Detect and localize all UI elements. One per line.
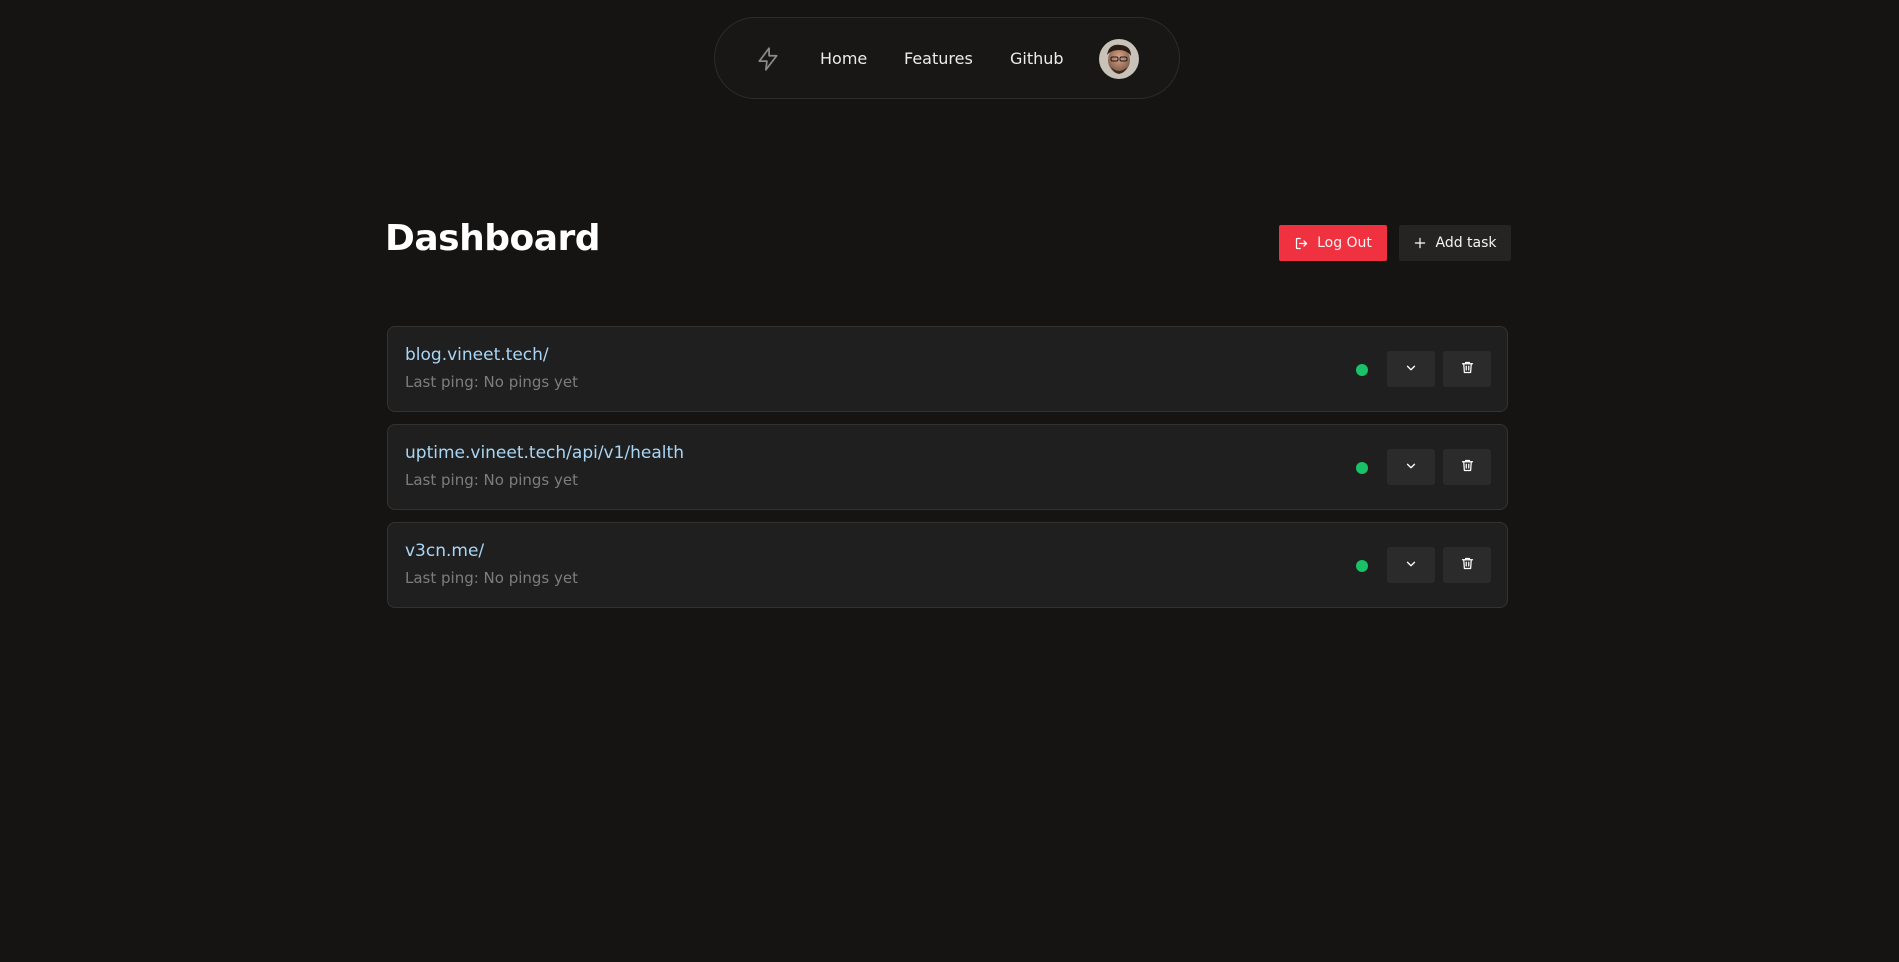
expand-button[interactable] (1387, 449, 1435, 485)
top-navbar: Home Features Github (714, 17, 1180, 99)
status-indicator (1356, 560, 1368, 572)
lightning-bolt-icon[interactable] (755, 46, 781, 72)
page-title: Dashboard (385, 218, 601, 259)
chevron-down-icon (1404, 458, 1418, 477)
logout-label: Log Out (1317, 235, 1372, 251)
plus-icon (1413, 236, 1427, 250)
task-last-ping: Last ping: No pings yet (405, 471, 579, 489)
chevron-down-icon (1404, 360, 1418, 379)
add-task-button[interactable]: Add task (1399, 225, 1511, 261)
task-list: blog.vineet.tech/ Last ping: No pings ye… (387, 326, 1508, 620)
user-avatar[interactable] (1099, 39, 1139, 79)
nav-link-features[interactable]: Features (904, 18, 973, 100)
chevron-down-icon (1404, 556, 1418, 575)
task-last-ping: Last ping: No pings yet (405, 373, 579, 391)
nav-link-github[interactable]: Github (1010, 18, 1064, 100)
expand-button[interactable] (1387, 351, 1435, 387)
task-card: uptime.vineet.tech/api/v1/health Last pi… (387, 424, 1508, 510)
task-url[interactable]: uptime.vineet.tech/api/v1/health (405, 443, 684, 463)
task-url[interactable]: blog.vineet.tech/ (405, 345, 549, 365)
task-last-ping: Last ping: No pings yet (405, 569, 579, 587)
task-card: blog.vineet.tech/ Last ping: No pings ye… (387, 326, 1508, 412)
logout-icon (1294, 236, 1309, 251)
trash-icon (1460, 556, 1475, 575)
logout-button[interactable]: Log Out (1279, 225, 1387, 261)
delete-button[interactable] (1443, 547, 1491, 583)
add-task-label: Add task (1435, 235, 1497, 251)
status-indicator (1356, 364, 1368, 376)
status-indicator (1356, 462, 1368, 474)
trash-icon (1460, 360, 1475, 379)
task-card: v3cn.me/ Last ping: No pings yet (387, 522, 1508, 608)
delete-button[interactable] (1443, 449, 1491, 485)
trash-icon (1460, 458, 1475, 477)
task-url[interactable]: v3cn.me/ (405, 541, 484, 561)
nav-link-home[interactable]: Home (820, 18, 867, 100)
expand-button[interactable] (1387, 547, 1435, 583)
delete-button[interactable] (1443, 351, 1491, 387)
